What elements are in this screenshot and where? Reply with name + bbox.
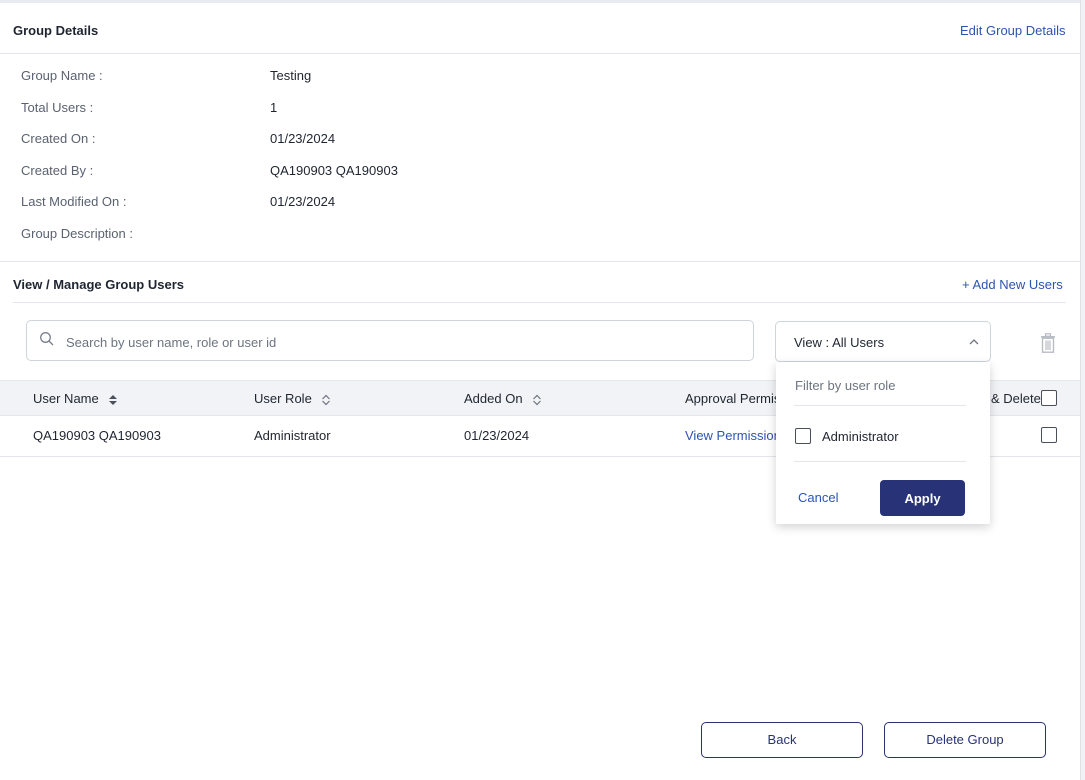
group-description-label: Group Description : [21,226,133,241]
column-user-name[interactable]: User Name [33,391,118,406]
row-select-checkbox[interactable] [1041,427,1057,443]
view-filter-dropdown[interactable]: View : All Users [775,321,991,362]
back-button[interactable]: Back [701,722,863,758]
administrator-checkbox[interactable] [795,428,811,444]
cancel-button[interactable]: Cancel [798,490,838,505]
column-delete: & Delete [991,391,1041,406]
view-label: View : [794,335,830,350]
sort-active-icon [109,394,118,405]
top-strip [0,0,1085,3]
select-all-checkbox[interactable] [1041,390,1057,406]
filter-by-role-placeholder[interactable]: Filter by user role [795,378,895,393]
created-on-label: Created On : [21,131,96,146]
delete-group-button[interactable]: Delete Group [884,722,1046,758]
created-by-label: Created By : [21,163,94,178]
trash-icon[interactable] [1039,333,1057,353]
role-filter-popup: Filter by user role Administrator Cancel… [776,362,990,524]
column-added-on[interactable]: Added On [464,391,542,406]
sort-icon [322,394,331,405]
group-name-value: Testing [270,68,312,83]
divider [0,261,1080,262]
manage-users-title: View / Manage Group Users [13,277,184,292]
cell-user-role: Administrator [254,428,331,443]
cell-user-name: QA190903 QA190903 [33,428,161,443]
column-approval-permissions: Approval Permis [685,391,781,406]
view-permission-link[interactable]: View Permission [685,428,781,443]
group-name-label: Group Name : [21,68,103,83]
apply-button[interactable]: Apply [880,480,965,516]
divider [13,302,1066,303]
edit-group-details-link[interactable]: Edit Group Details [960,23,1066,38]
scrollbar-track[interactable] [1080,0,1085,780]
group-details-title: Group Details [13,23,99,38]
last-modified-label: Last Modified On : [21,194,127,209]
administrator-option-label: Administrator [822,429,899,444]
last-modified-value: 01/23/2024 [270,194,336,209]
divider [0,53,1080,54]
cell-added-on: 01/23/2024 [464,428,530,443]
search-box [26,320,754,361]
created-by-value: QA190903 QA190903 [270,163,398,178]
total-users-value: 1 [270,100,278,115]
sort-icon [533,394,542,405]
add-new-users-link[interactable]: + Add New Users [962,277,1063,292]
divider [794,405,966,406]
created-on-value: 01/23/2024 [270,131,336,146]
view-value: All Users [832,335,885,350]
chevron-up-icon [969,339,979,345]
search-input[interactable] [64,329,748,355]
total-users-label: Total Users : [21,100,94,115]
search-icon [40,332,54,346]
column-user-role[interactable]: User Role [254,391,331,406]
divider [794,461,966,462]
